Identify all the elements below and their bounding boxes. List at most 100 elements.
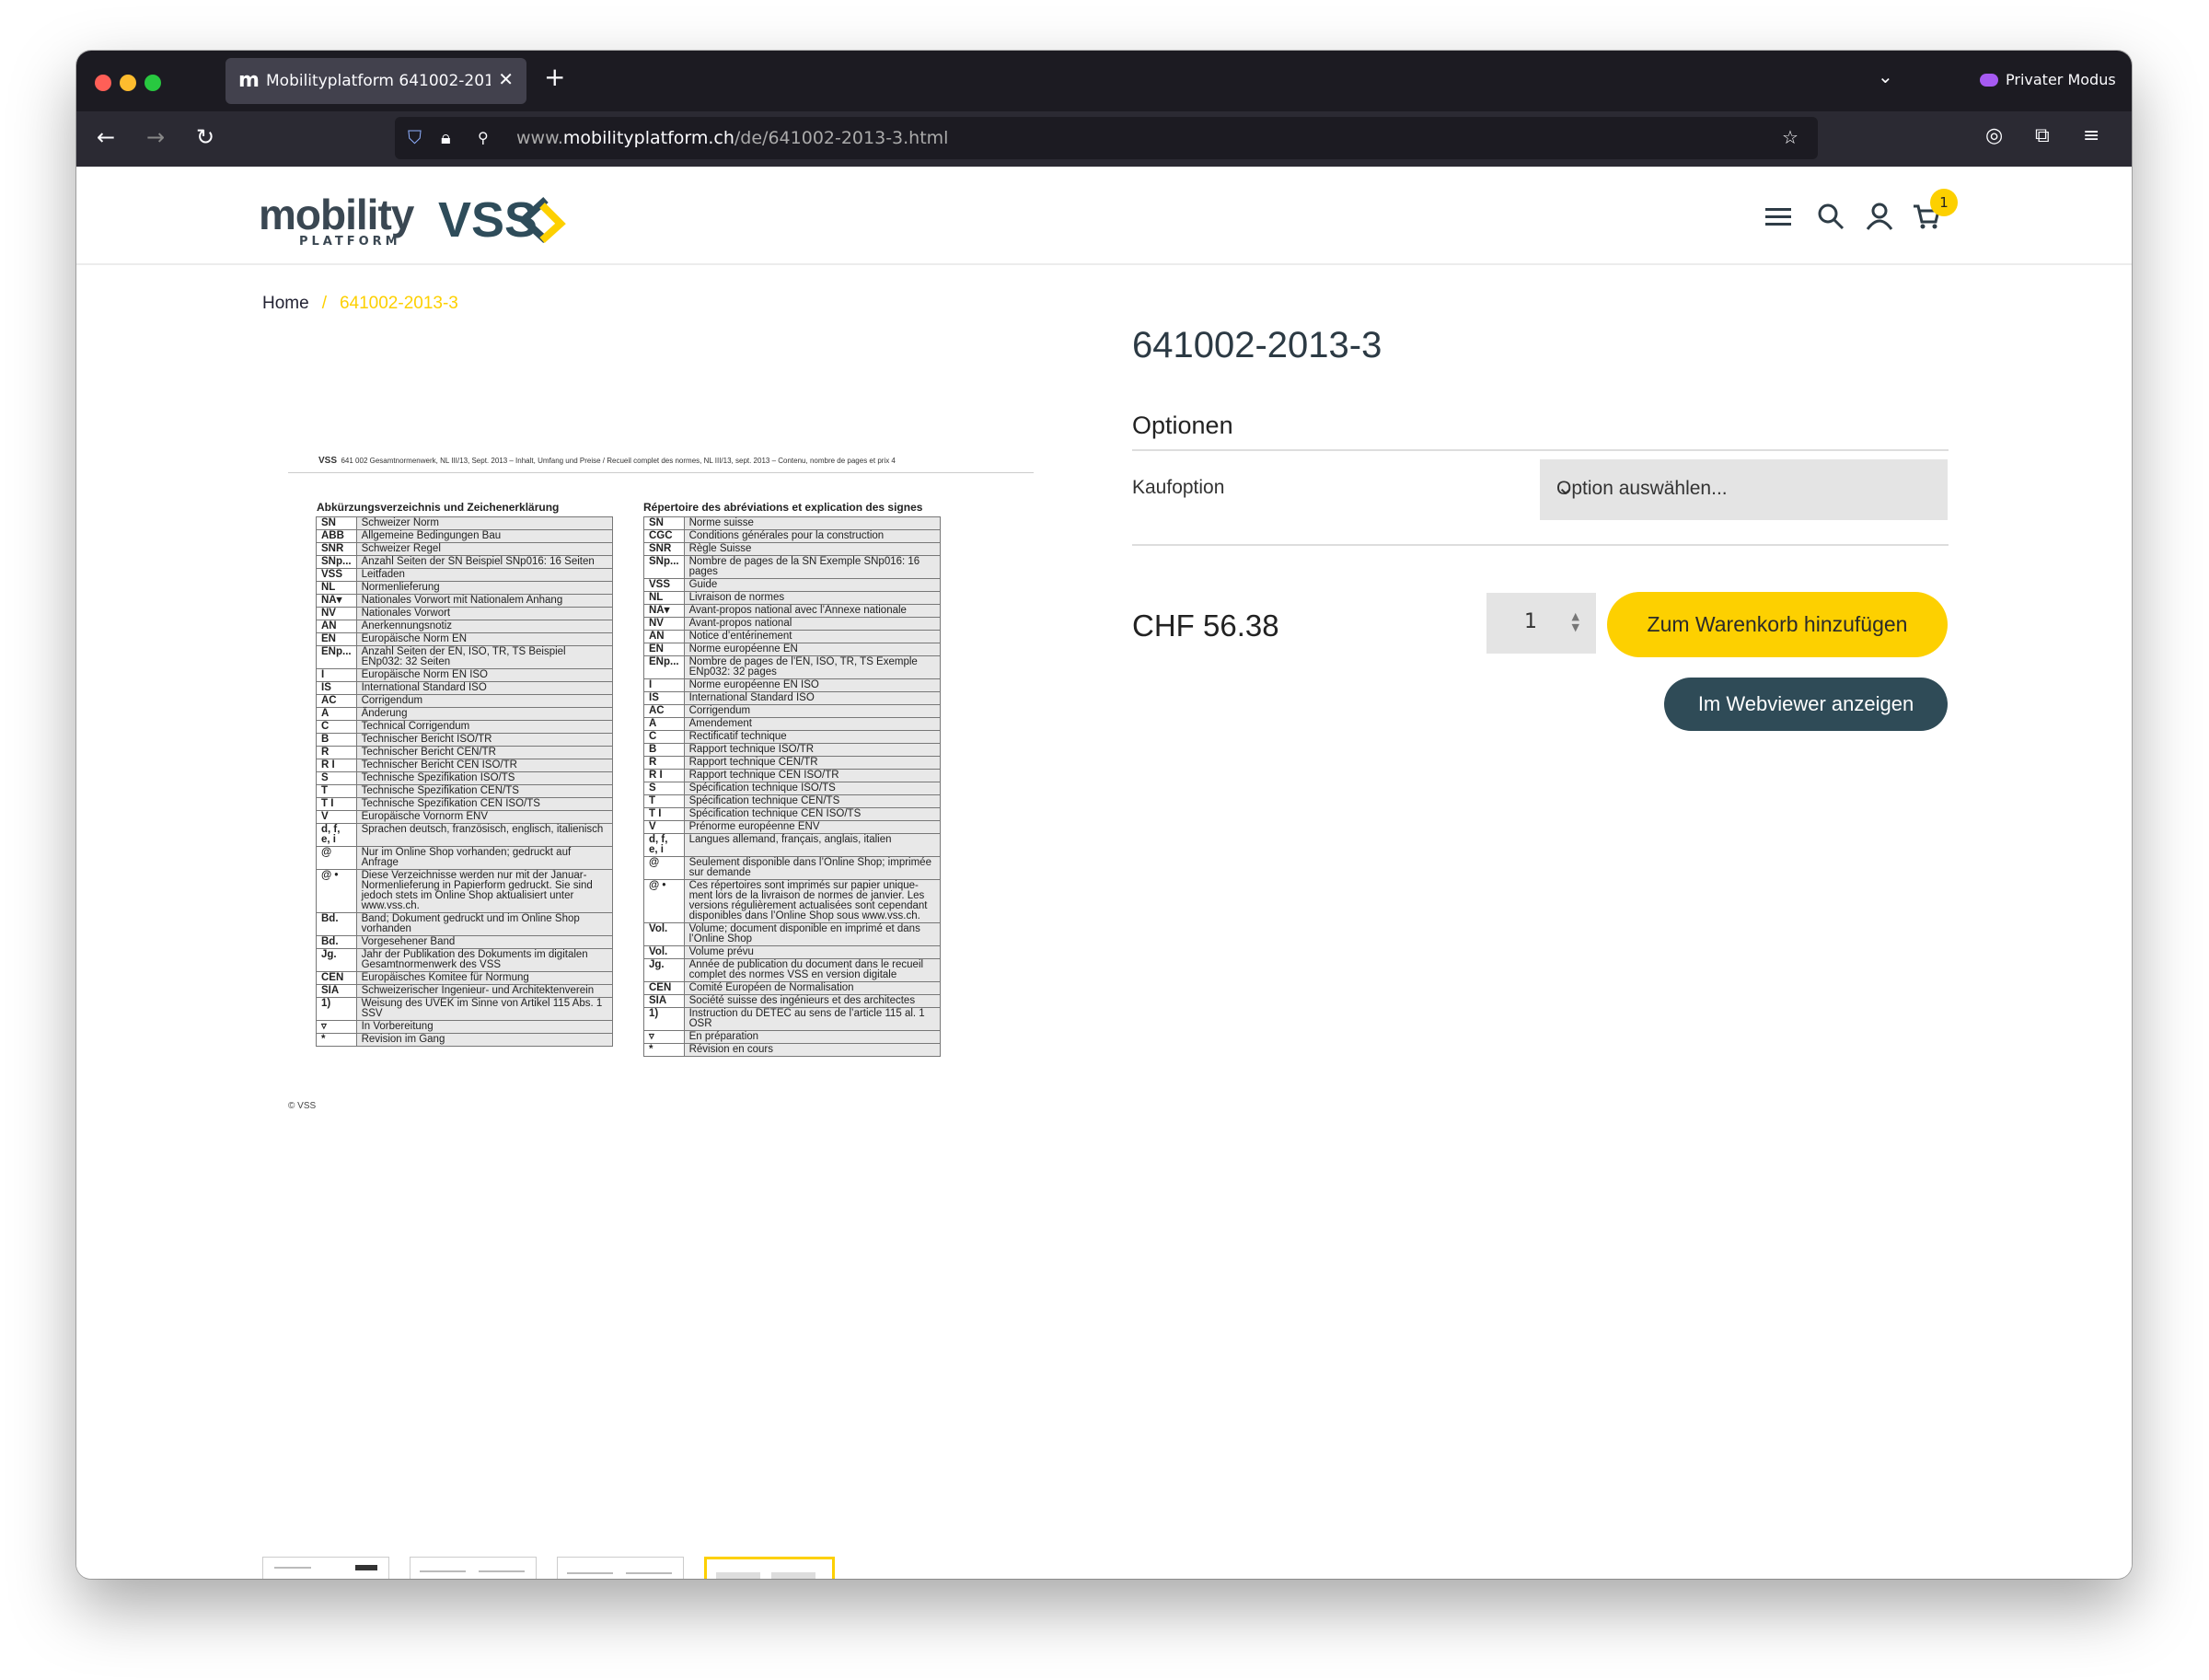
close-icon[interactable]: ✕ [498,68,514,90]
star-icon[interactable]: ☆ [1782,126,1798,148]
thumbnail-page-2[interactable] [410,1557,537,1579]
abbreviation-meaning: Rectificatif technique [683,730,942,744]
abbreviation-row: ▿ En préparation [643,1030,942,1044]
options-heading: Optionen [1132,411,1233,439]
thumbnail-page-3[interactable] [557,1557,684,1579]
abbreviation-row: Jg. Année de publication du document dans… [643,958,942,982]
doc-right-title: Répertoire des abréviations et explicati… [643,501,923,514]
abbreviation-code: AC [643,704,685,718]
abbreviation-meaning: Notice d’entérinement [683,630,942,643]
quantity-stepper[interactable]: 1 ▲ ▼ [1486,593,1596,654]
abbreviation-code: SIA [316,984,357,998]
user-icon[interactable] [1865,202,1894,231]
breadcrumb-separator: / [321,294,327,313]
forward-icon[interactable]: → [146,124,165,150]
abbreviation-meaning: Technical Corrigendum [355,720,614,734]
url-bar[interactable]: ⛉ 🔒︎ ⚲ www.mobilityplatform.ch/de/641002… [395,117,1818,159]
purchase-option-select[interactable]: Option auswählen... ⌄ [1540,459,1948,520]
abbreviation-meaning: Norme européenne EN ISO [683,678,942,692]
account-icon[interactable]: ◎ [1985,124,2003,147]
abbreviation-row: d, f, e, i Langues allemand, français, an… [643,833,942,857]
abbreviation-meaning: Europäische Vornorm ENV [355,810,614,824]
abbreviation-code: CGC [643,529,685,543]
abbreviation-row: VSS Leitfaden [316,568,614,582]
abbreviation-meaning: Révision en cours [683,1043,942,1057]
add-to-cart-button[interactable]: Zum Warenkorb hinzufügen [1607,592,1948,657]
abbreviation-meaning: Technische Spezifikation CEN/TS [355,784,614,798]
divider [1132,449,1949,451]
abbreviation-meaning: Technischer Bericht ISO/TR [355,733,614,747]
abbreviation-row: NV Nationales Vorwort [316,607,614,620]
abbreviation-meaning: Seulement disponible dans l’Online Shop;… [683,856,942,880]
document-preview-image[interactable]: VSS 641 002 Gesamtnormenwerk, NL III/13,… [288,434,1043,1119]
abbreviation-code: SNR [316,542,357,556]
breadcrumb-home[interactable]: Home [262,294,309,313]
extensions-icon[interactable]: ⧉ [2035,124,2050,147]
abbreviation-meaning: Règle Suisse [683,542,942,556]
abbreviation-row: NL Normenlieferung [316,581,614,595]
abbreviation-code: ENp... [316,645,357,669]
reload-icon[interactable]: ↻ [196,124,214,150]
stepper-arrows-icon[interactable]: ▲ ▼ [1572,611,1579,633]
abbreviation-code: @ [643,856,685,880]
abbreviation-meaning: Weisung des UVEK im Sinne von Artikel 11… [355,997,614,1021]
abbreviation-code: @ • [316,869,357,913]
abbreviation-code: Jg. [316,948,357,972]
abbreviation-row: 1) Weisung des UVEK im Sinne von Artikel … [316,997,614,1021]
abbreviation-code: AN [316,620,357,633]
abbreviation-meaning: Europäisches Komitee für Normung [355,971,614,985]
abbreviation-row: I Europäische Norm EN ISO [316,668,614,682]
abbreviation-row: EN Norme européenne EN [643,643,942,656]
shield-icon[interactable]: ⛉ [408,126,422,148]
hamburger-menu-icon[interactable] [1764,202,1793,231]
product-price: CHF 56.38 [1132,608,1279,643]
abbreviation-row: ABB Allgemeine Bedingungen Bau [316,529,614,543]
abbreviation-code: IS [316,681,357,695]
abbreviation-meaning: Spécification technique CEN ISO/TS [683,807,942,821]
webviewer-button[interactable]: Im Webviewer anzeigen [1664,678,1948,731]
site-header: mobility PLATFORM VSS 1 [76,167,2132,265]
abbreviation-row: CEN Europäisches Komitee für Normung [316,971,614,985]
abbreviation-meaning: Corrigendum [683,704,942,718]
permissions-icon[interactable]: ⚲ [478,129,489,146]
abbreviation-row: C Rectificatif technique [643,730,942,744]
abbreviation-meaning: Corrigendum [355,694,614,708]
abbreviation-meaning: Spécification technique CEN/TS [683,794,942,808]
abbreviation-meaning: Vorgesehener Band [355,935,614,949]
lock-icon[interactable]: 🔒︎ [441,126,451,148]
cart-count-badge: 1 [1930,189,1958,216]
thumbnail-page-4-selected[interactable] [704,1557,835,1579]
divider [1132,544,1949,546]
quantity-value[interactable]: 1 [1524,610,1537,633]
abbreviation-row: SNp... Anzahl Seiten der SN Beispiel SNp0… [316,555,614,569]
url-text[interactable]: www.mobilityplatform.ch/de/641002-2013-3… [516,128,948,148]
abbreviation-row: AN Notice d’entérinement [643,630,942,643]
abbreviation-code: SN [643,516,685,530]
url-host: mobilityplatform.ch [562,128,734,148]
minimize-window-button[interactable] [120,75,136,91]
abbreviation-row: NL Livraison de normes [643,591,942,605]
browser-tab[interactable]: m Mobilityplatform 641002-2013-3 ✕ [226,58,526,104]
search-icon[interactable] [1816,202,1845,231]
abbreviation-code: VSS [316,568,357,582]
abbreviation-meaning: Instruction du DETEC au sens de l’articl… [683,1007,942,1031]
abbreviation-row: NA▾ Avant-propos national avec l’Annexe n… [643,604,942,618]
abbreviation-code: d, f, e, i [643,833,685,857]
plus-icon[interactable]: + [544,62,565,92]
abbreviation-row: I Norme européenne EN ISO [643,678,942,692]
abbreviation-meaning: Nombre de pages de la SN Exemple SNp016:… [683,555,942,579]
product-title: 641002-2013-3 [1132,325,1382,365]
back-icon[interactable]: ← [97,124,115,150]
abbreviation-row: NV Avant-propos national [643,617,942,631]
close-window-button[interactable] [95,75,111,91]
abbreviation-code: SIA [643,994,685,1008]
abbreviation-code: * [643,1043,685,1057]
chevron-down-icon[interactable]: ⌄ [1878,65,1893,87]
menu-icon[interactable]: ≡ [2083,124,2099,147]
abbreviation-meaning: Avant-propos national avec l’Annexe nati… [683,604,942,618]
abbreviation-code: R I [643,769,685,782]
abbreviation-meaning: Europäische Norm EN ISO [355,668,614,682]
abbreviation-table-fr: SN Norme suisse CGC Conditions générales po… [643,516,942,1057]
zoom-window-button[interactable] [145,75,161,91]
thumbnail-page-1[interactable] [262,1557,389,1579]
